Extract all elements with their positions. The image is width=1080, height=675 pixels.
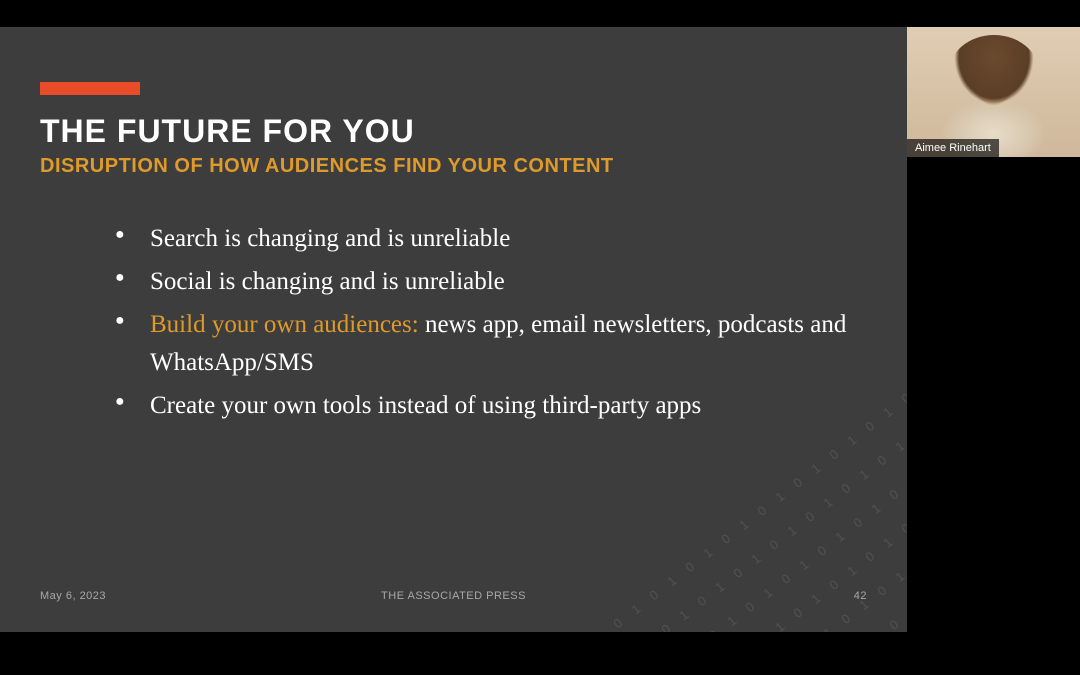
footer-page-number: 42	[854, 590, 867, 602]
list-item: Search is changing and is unreliable	[115, 220, 867, 259]
slide-footer: May 6, 2023 THE ASSOCIATED PRESS 42	[40, 590, 867, 602]
webcam-video-feed	[907, 27, 1080, 157]
presentation-slide: 1 0 1 0 1 0 1 0 1 0 1 0 1 0 1 0 1 0 1 0 …	[0, 27, 907, 632]
webcam-participant-name: Aimee Rinehart	[907, 139, 999, 157]
list-item: Create your own tools instead of using t…	[115, 387, 867, 426]
footer-date: May 6, 2023	[40, 590, 106, 602]
bullet-list: Search is changing and is unreliable Soc…	[40, 220, 867, 426]
slide-title: THE FUTURE FOR YOU	[40, 113, 867, 150]
list-item-text: Search is changing and is unreliable	[150, 225, 510, 252]
list-item-text: Social is changing and is unreliable	[150, 268, 505, 295]
footer-organization: THE ASSOCIATED PRESS	[381, 590, 526, 602]
list-item: Social is changing and is unreliable	[115, 263, 867, 302]
list-item-text: Create your own tools instead of using t…	[150, 392, 701, 419]
accent-bar	[40, 82, 140, 95]
webcam-participant-tile[interactable]: Aimee Rinehart	[907, 27, 1080, 157]
list-item: Build your own audiences: news app, emai…	[115, 306, 867, 384]
slide-subtitle: DISRUPTION OF HOW AUDIENCES FIND YOUR CO…	[40, 155, 867, 178]
list-item-highlight: Build your own audiences:	[150, 311, 419, 338]
